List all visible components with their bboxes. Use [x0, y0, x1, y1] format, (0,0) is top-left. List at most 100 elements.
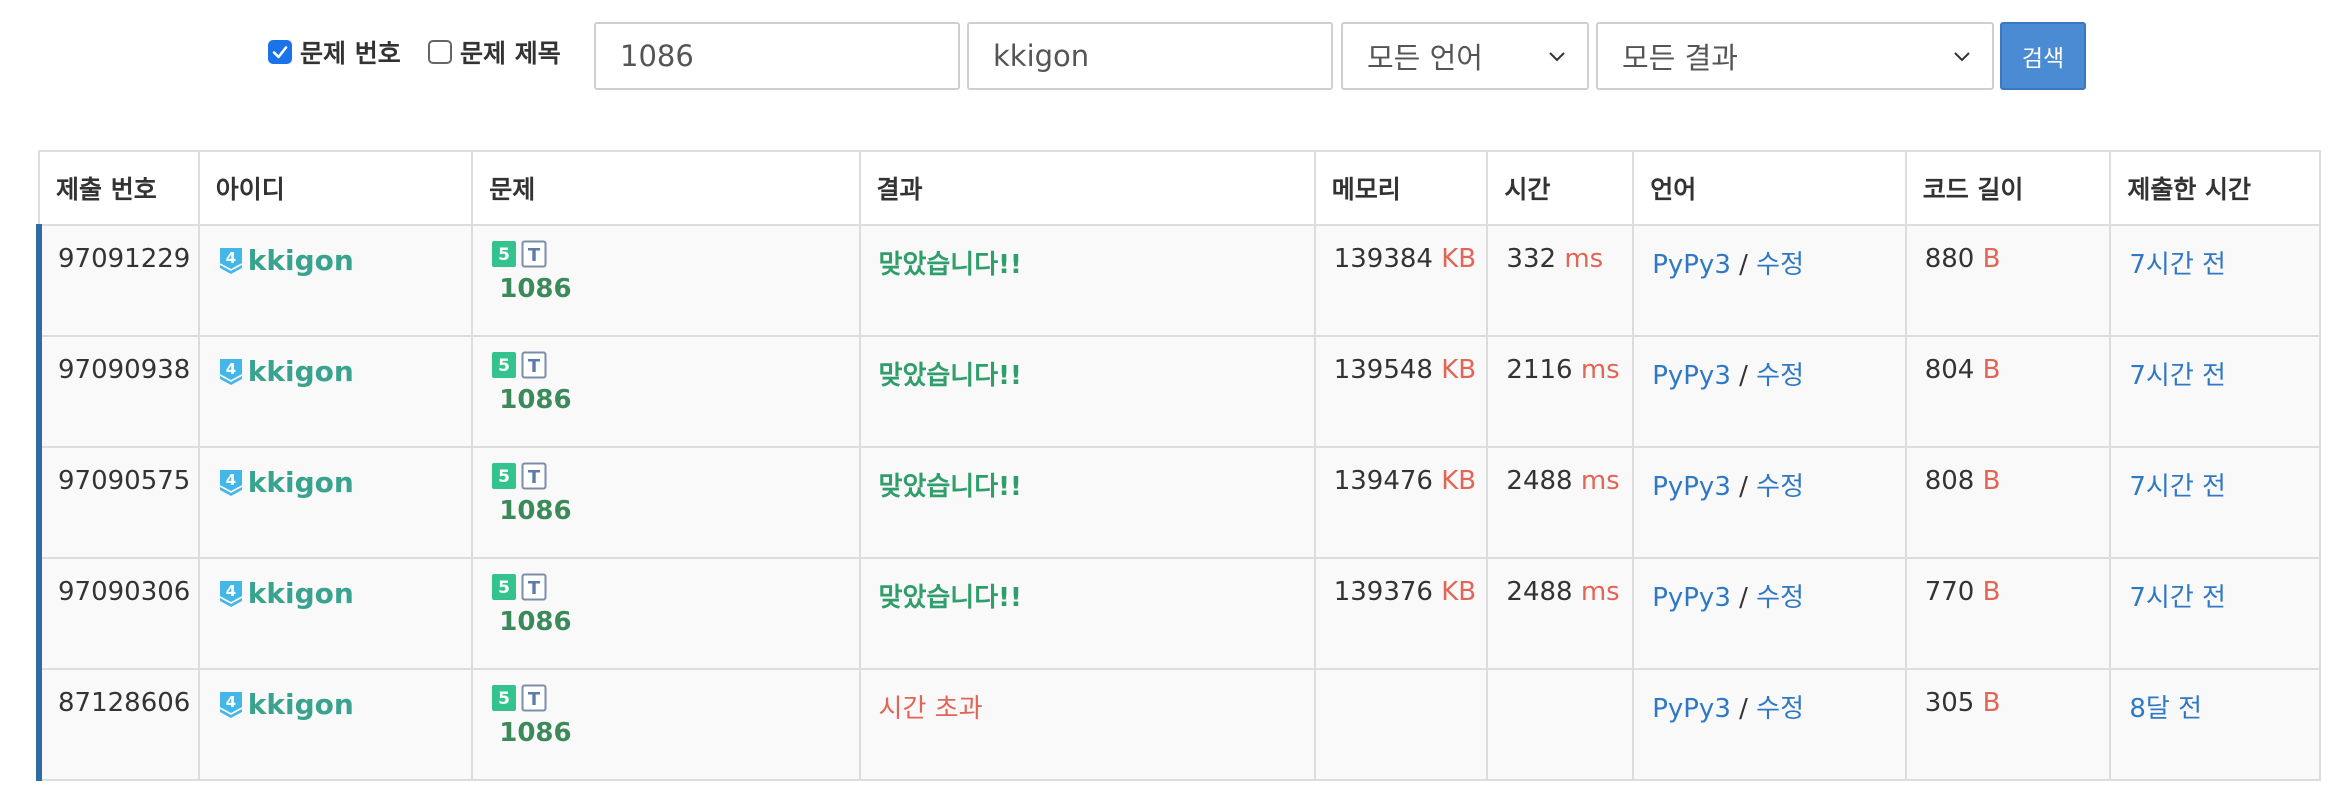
tier-badge-icon: 4: [218, 690, 244, 720]
problem-title-checkbox[interactable]: 문제 제목: [428, 30, 561, 74]
result-cell: 맞았습니다!!: [861, 226, 1316, 335]
column-header[interactable]: 결과: [861, 152, 1316, 224]
edit-link[interactable]: 수정: [1756, 361, 1804, 391]
edit-link[interactable]: 수정: [1756, 583, 1804, 613]
submission-table: 제출 번호 아이디 문제 결과 메모리 시간 언어 코드 길이 제출한 시간 9…: [36, 150, 2321, 781]
code-length-cell: 808 B: [1907, 448, 2112, 557]
problem-type-badge-icon: T: [521, 240, 547, 268]
submitted-time-link[interactable]: 7시간 전: [2129, 361, 2226, 391]
svg-text:5: 5: [498, 578, 510, 598]
user-cell: 4 kkigon: [200, 559, 474, 668]
user-link[interactable]: 4 kkigon: [218, 577, 472, 610]
memory-cell: [1316, 670, 1489, 779]
svg-text:4: 4: [226, 249, 236, 267]
language-link[interactable]: PyPy3: [1652, 694, 1731, 724]
chevron-down-icon: [1549, 52, 1565, 62]
user-link[interactable]: 4 kkigon: [218, 688, 472, 721]
column-header[interactable]: 제출 번호: [40, 152, 200, 224]
edit-link[interactable]: 수정: [1756, 472, 1804, 502]
svg-text:4: 4: [226, 471, 236, 489]
language-link[interactable]: PyPy3: [1652, 361, 1731, 391]
submission-id: 97091229: [40, 226, 200, 335]
time-cell: 2488 ms: [1488, 559, 1635, 668]
problem-type-badge-icon: T: [521, 462, 547, 490]
column-header[interactable]: 제출한 시간: [2111, 152, 2319, 224]
problem-type-badge-icon: T: [521, 573, 547, 601]
edit-link[interactable]: 수정: [1756, 250, 1804, 280]
language-cell: PyPy3 / 수정: [1634, 226, 1907, 335]
user-link[interactable]: 4 kkigon: [218, 244, 472, 277]
svg-text:T: T: [528, 467, 541, 488]
table-row: 97090575 4 kkigon 5 T 1086 맞았습니다!! 13947…: [36, 446, 2319, 559]
svg-text:T: T: [528, 245, 541, 266]
separator: /: [1739, 361, 1748, 391]
submitted-time-link[interactable]: 7시간 전: [2129, 472, 2226, 502]
chevron-down-icon: [1954, 52, 1970, 62]
problem-link[interactable]: 1086: [499, 496, 858, 526]
problem-number-checkbox[interactable]: 문제 번호: [268, 30, 401, 74]
result-text: 맞았습니다!!: [878, 472, 1022, 502]
column-header[interactable]: 아이디: [200, 152, 474, 224]
language-cell: PyPy3 / 수정: [1634, 670, 1907, 779]
result-text: 맞았습니다!!: [878, 361, 1022, 391]
user-link[interactable]: 4 kkigon: [218, 355, 472, 388]
column-header[interactable]: 코드 길이: [1907, 152, 2112, 224]
edit-link[interactable]: 수정: [1756, 694, 1804, 724]
column-header[interactable]: 문제: [473, 152, 861, 224]
tier-badge-icon: 4: [218, 357, 244, 387]
table-row: 97090938 4 kkigon 5 T 1086 맞았습니다!! 13954…: [36, 335, 2319, 448]
problem-link[interactable]: 1086: [499, 607, 858, 637]
separator: /: [1739, 583, 1748, 613]
problem-id-input[interactable]: 1086: [594, 22, 960, 90]
column-header[interactable]: 시간: [1488, 152, 1635, 224]
svg-text:T: T: [528, 578, 541, 599]
user-id-input[interactable]: kkigon: [967, 22, 1333, 90]
submitted-time-link[interactable]: 7시간 전: [2129, 583, 2226, 613]
problem-level-badge-icon: 5: [492, 574, 517, 600]
result-cell: 시간 초과: [861, 670, 1316, 779]
problem-level-badge-icon: 5: [492, 241, 517, 267]
language-link[interactable]: PyPy3: [1652, 250, 1731, 280]
filter-bar: 문제 번호 문제 제목 1086 kkigon 모든 언어 모든 결과 검색: [0, 22, 2334, 90]
language-select[interactable]: 모든 언어: [1341, 22, 1589, 90]
submission-id: 97090938: [40, 337, 200, 446]
language-link[interactable]: PyPy3: [1652, 472, 1731, 502]
language-cell: PyPy3 / 수정: [1634, 337, 1907, 446]
code-length-cell: 305 B: [1907, 670, 2112, 779]
problem-level-badge-icon: 5: [492, 685, 517, 711]
svg-text:5: 5: [498, 356, 510, 376]
svg-text:T: T: [528, 356, 541, 377]
svg-text:5: 5: [498, 467, 510, 487]
language-cell: PyPy3 / 수정: [1634, 448, 1907, 557]
column-header[interactable]: 언어: [1634, 152, 1907, 224]
problem-level-badge-icon: 5: [492, 463, 517, 489]
problem-link[interactable]: 1086: [499, 718, 858, 748]
problem-number-label: 문제 번호: [300, 39, 401, 68]
problem-cell: 5 T 1086: [473, 559, 861, 668]
separator: /: [1739, 694, 1748, 724]
checkbox-checked-icon[interactable]: [268, 40, 292, 64]
result-select[interactable]: 모든 결과: [1596, 22, 1994, 90]
memory-cell: 139476 KB: [1316, 448, 1489, 557]
checkbox-unchecked-icon[interactable]: [428, 40, 452, 64]
result-cell: 맞았습니다!!: [861, 559, 1316, 668]
user-cell: 4 kkigon: [200, 226, 474, 335]
result-cell: 맞았습니다!!: [861, 448, 1316, 557]
language-link[interactable]: PyPy3: [1652, 583, 1731, 613]
problem-cell: 5 T 1086: [473, 448, 861, 557]
result-cell: 맞았습니다!!: [861, 337, 1316, 446]
problem-type-badge-icon: T: [521, 351, 547, 379]
submitted-time-link[interactable]: 7시간 전: [2129, 250, 2226, 280]
svg-text:5: 5: [498, 689, 510, 709]
problem-link[interactable]: 1086: [499, 274, 858, 304]
submitted-time-link[interactable]: 8달 전: [2129, 694, 2202, 724]
svg-text:4: 4: [226, 693, 236, 711]
problem-type-badge-icon: T: [521, 684, 547, 712]
user-link[interactable]: 4 kkigon: [218, 466, 472, 499]
problem-link[interactable]: 1086: [499, 385, 858, 415]
search-button[interactable]: 검색: [2000, 22, 2086, 90]
problem-title-label: 문제 제목: [460, 39, 561, 68]
separator: /: [1739, 250, 1748, 280]
submitted-time-cell: 8달 전: [2111, 670, 2319, 779]
column-header[interactable]: 메모리: [1316, 152, 1489, 224]
